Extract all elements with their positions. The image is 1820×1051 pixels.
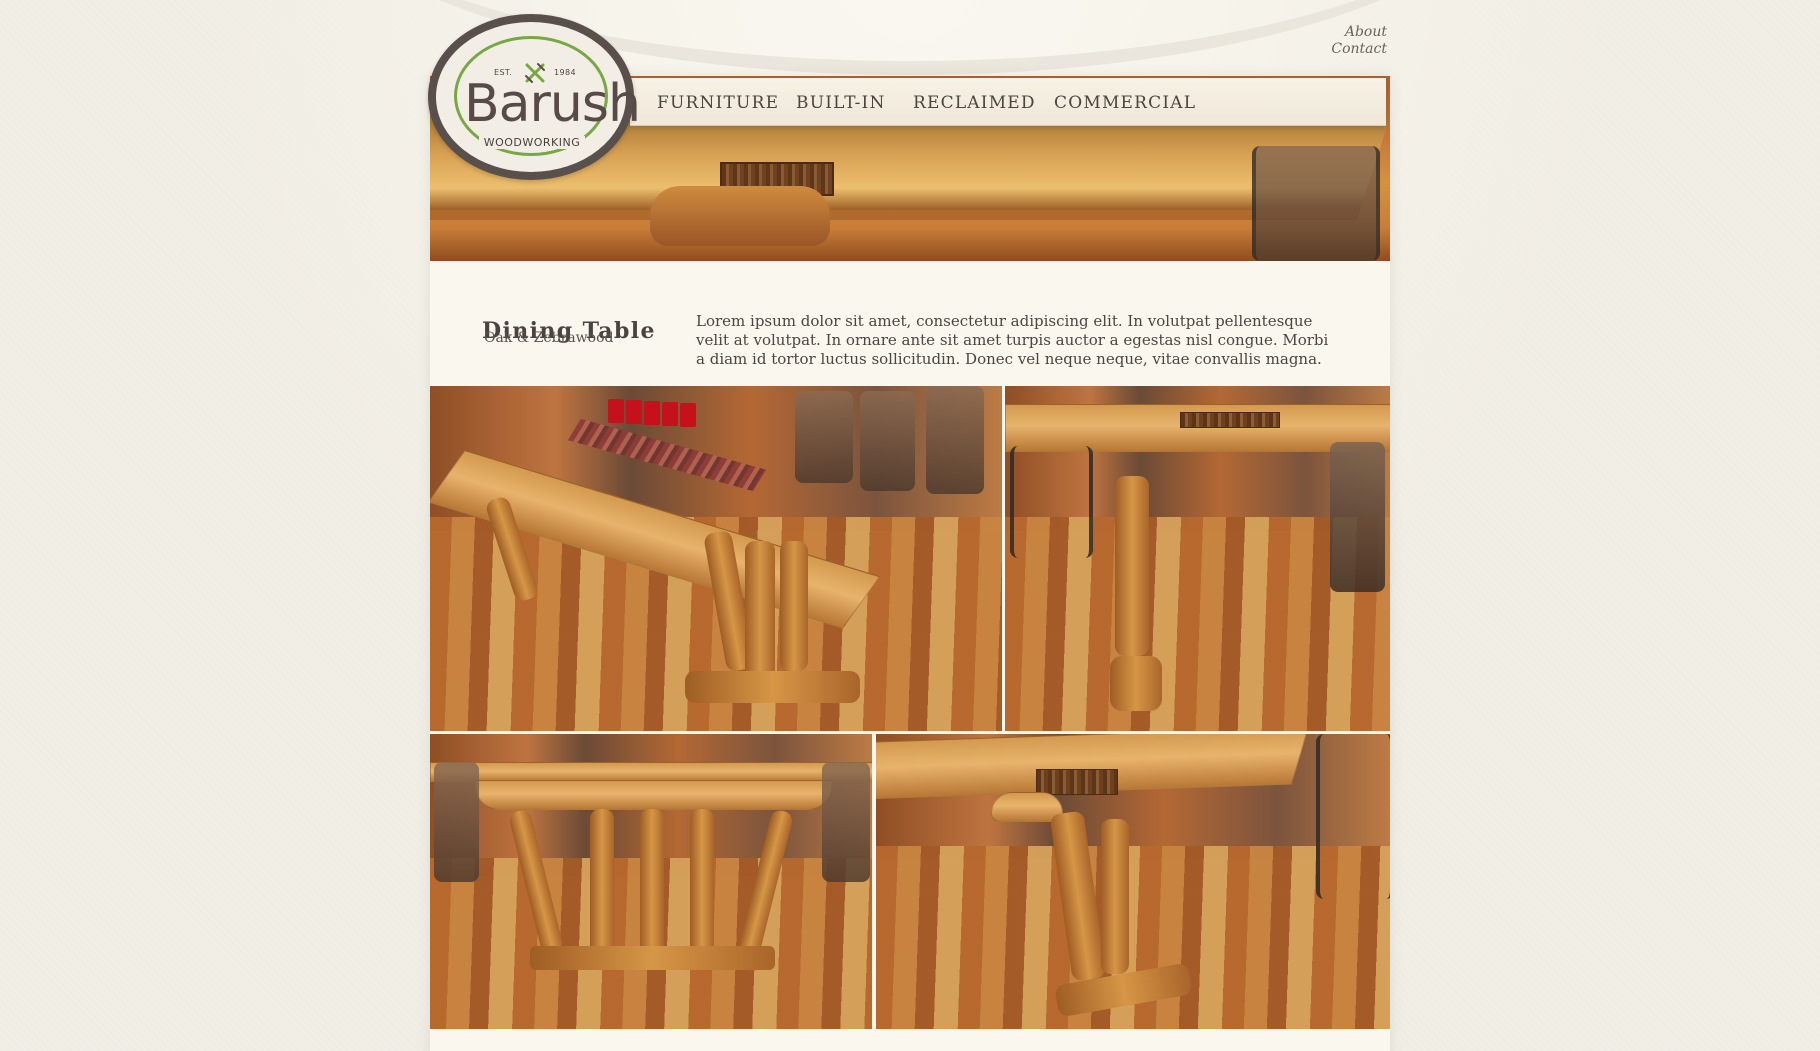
gallery-photo-table-corner-detail[interactable] [876,734,1390,1029]
content-panel: FURNITURE BUILT-IN RECLAIMED COMMERCIAL … [430,76,1390,1051]
barush-woodworking-logo[interactable]: EST. 1984 Barush WOODWORKING [428,14,641,180]
gallery-photo-table-end-detail[interactable] [1005,386,1390,731]
photo-candle [608,399,624,423]
photo-table-leg [1115,476,1149,656]
photo-table-apron [475,780,832,810]
photo-candle [644,401,660,425]
photo-chair [1316,734,1390,899]
product-intro: Dining Table Oak & Zebrawood Lorem ipsum… [430,261,1390,386]
photo-table-leg [1101,819,1129,974]
photo-inlay [1036,769,1118,795]
photo-chair [926,386,984,494]
photo-chair [1010,446,1093,558]
photo-chair [860,391,915,491]
photo-chair [434,762,479,882]
nav-built-in[interactable]: BUILT-IN [796,93,886,113]
photo-candle [662,402,678,426]
hero-chair [1252,146,1380,261]
hero-table-bracket [650,186,830,246]
photo-table-leg [780,541,808,671]
photo-chair [795,391,853,483]
photo-tabletop-edge [430,762,872,782]
photo-table-foot [685,671,860,703]
contact-link[interactable]: Contact [1331,41,1387,58]
photo-table-leg [690,809,714,959]
photo-chair [822,762,870,882]
photo-inlay [1180,412,1280,428]
nav-commercial[interactable]: COMMERCIAL [1054,93,1196,113]
gallery-photo-table-base-front[interactable] [430,734,872,1029]
photo-candle [680,403,696,427]
page: About Contact EST. 1984 Barush WOODWORKI… [0,0,1820,1051]
photo-table-foot [530,946,775,970]
photo-chair [1330,442,1385,592]
photo-table-leg [590,809,614,959]
photo-table-leg [640,809,664,959]
main-navigation: FURNITURE BUILT-IN RECLAIMED COMMERCIAL [630,78,1386,126]
photo-candle [626,400,642,424]
nav-furniture[interactable]: FURNITURE [657,93,779,113]
product-subtitle: Oak & Zebrawood [484,330,614,346]
photo-table-leg [745,541,775,681]
logo-brand-name: Barush [464,74,641,134]
product-description: Lorem ipsum dolor sit amet, consectetur … [696,312,1329,368]
top-links: About Contact [1331,24,1387,58]
gallery-photo-dining-table-overview[interactable] [430,386,1002,731]
about-link[interactable]: About [1331,24,1387,41]
logo-tagline: WOODWORKING [479,136,585,149]
photo-table-foot [1110,656,1162,711]
nav-reclaimed[interactable]: RECLAIMED [913,93,1036,113]
